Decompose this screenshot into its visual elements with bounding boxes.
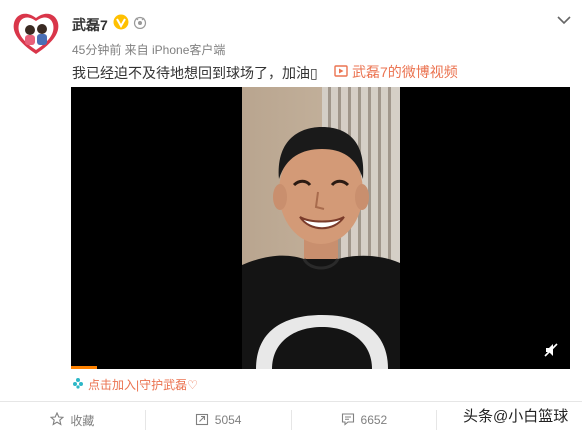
- comment-icon: [341, 412, 355, 429]
- join-fan-group-link[interactable]: 点击加入|守护武磊♡: [72, 376, 198, 393]
- video-link-label: 武磊7的微博视频: [352, 64, 458, 80]
- video-player[interactable]: [71, 87, 570, 369]
- watermark-text: 头条@小白篮球: [463, 408, 569, 425]
- favorite-button[interactable]: 收藏: [0, 410, 146, 430]
- video-progress-bar[interactable]: [71, 366, 97, 369]
- repost-count: 5054: [214, 413, 242, 427]
- mute-icon[interactable]: [544, 343, 558, 357]
- repost-icon: [195, 412, 209, 429]
- comment-button[interactable]: 6652: [292, 410, 438, 430]
- video-link[interactable]: 武磊7的微博视频: [334, 62, 458, 82]
- video-frame: [242, 87, 400, 369]
- star-icon: [50, 411, 65, 429]
- vip-badge-icon[interactable]: [113, 14, 129, 30]
- avatar[interactable]: [12, 10, 60, 56]
- comment-count: 6652: [360, 413, 388, 427]
- repost-button[interactable]: 5054: [146, 410, 292, 430]
- username-link[interactable]: 武磊7: [72, 15, 108, 35]
- chevron-down-icon[interactable]: [557, 12, 571, 25]
- post-meta: 45分钟前 来自 iPhone客户端: [72, 43, 226, 57]
- video-icon: [334, 64, 348, 80]
- favorite-label: 收藏: [70, 413, 95, 428]
- post-text: 我已经迫不及待地想回到球场了，加油▯: [72, 65, 318, 81]
- join-link-label: 点击加入|守护武磊♡: [88, 378, 198, 392]
- flower-icon: [72, 377, 84, 392]
- level-badge-icon[interactable]: [133, 15, 147, 30]
